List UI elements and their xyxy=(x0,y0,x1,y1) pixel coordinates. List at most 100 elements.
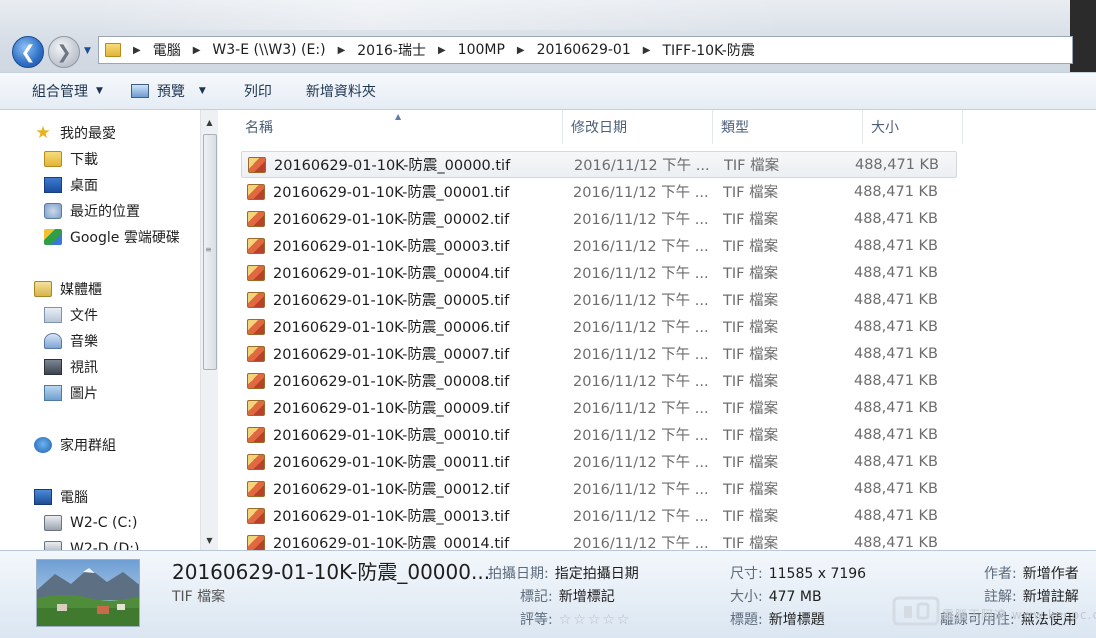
file-name: 20160629-01-10K-防震_00006.tif xyxy=(273,320,510,336)
star-icon: ★ xyxy=(35,123,51,143)
recent-pages-dropdown[interactable]: ▼ xyxy=(84,46,91,56)
nav-documents[interactable]: 文件 xyxy=(44,304,98,326)
nav-computer[interactable]: 電腦 xyxy=(34,486,88,508)
breadcrumb-folder-current[interactable]: TIFF-10K-防震 xyxy=(662,40,754,60)
nav-pictures[interactable]: 圖片 xyxy=(44,382,98,404)
navigation-scrollbar[interactable]: ▲ ≡ ▼ xyxy=(200,110,218,550)
file-date: 2016/11/12 下午 ... xyxy=(573,401,709,417)
breadcrumb-separator-icon[interactable]: ▶ xyxy=(193,45,201,56)
column-header-date[interactable]: 修改日期 xyxy=(563,110,713,144)
file-type: TIF 檔案 xyxy=(723,185,779,201)
organize-button[interactable]: 組合管理 ▼ xyxy=(0,77,119,105)
tags-value[interactable]: 新增標記 xyxy=(559,589,615,605)
navigation-pane: ★ 我的最愛 下載 桌面 最近的位置 Google 雲端硬碟 媒體櫃 文件 音樂… xyxy=(0,110,200,550)
scroll-down-icon[interactable]: ▼ xyxy=(201,532,218,549)
breadcrumb-computer[interactable]: 電腦 xyxy=(153,40,181,60)
column-header-size[interactable]: 大小 xyxy=(863,110,963,144)
breadcrumb-drive[interactable]: W3-E (\\W3) (E:) xyxy=(212,42,325,58)
breadcrumb-folder-date[interactable]: 20160629-01 xyxy=(537,42,631,58)
tif-image-icon xyxy=(247,318,265,335)
table-row[interactable]: 20160629-01-10K-防震_00011.tif 2016/11/12 … xyxy=(241,448,957,475)
breadcrumb-folder-100mp[interactable]: 100MP xyxy=(458,42,505,58)
details-size: 大小: 477 MB xyxy=(730,586,822,606)
nav-drive-d-label: W2-D (D:) xyxy=(70,541,140,550)
image-thumbnail[interactable] xyxy=(36,559,140,627)
details-dimensions: 尺寸: 11585 x 7196 xyxy=(730,563,866,583)
preview-button[interactable]: 預覽 ▼ xyxy=(119,77,222,105)
details-rating: 評等: ☆☆☆☆☆ xyxy=(520,609,631,629)
breadcrumb-separator-icon[interactable]: ▶ xyxy=(133,45,141,56)
column-headers: 名稱 ▲ 修改日期 類型 大小 xyxy=(219,110,1096,144)
file-size: 488,471 KB xyxy=(853,426,938,443)
table-row[interactable]: 20160629-01-10K-防震_00002.tif 2016/11/12 … xyxy=(241,205,957,232)
tif-image-icon xyxy=(248,156,266,173)
file-type: TIF 檔案 xyxy=(723,455,779,471)
author-value[interactable]: 新增作者 xyxy=(1023,566,1079,582)
forward-button[interactable]: ❯ xyxy=(48,36,80,68)
column-header-type[interactable]: 類型 xyxy=(713,110,863,144)
new-folder-button[interactable]: 新增資料夾 xyxy=(288,77,392,105)
nav-computer-label: 電腦 xyxy=(60,490,88,506)
video-icon xyxy=(44,359,62,375)
table-row[interactable]: 20160629-01-10K-防震_00014.tif 2016/11/12 … xyxy=(241,529,957,550)
file-date: 2016/11/12 下午 ... xyxy=(573,185,709,201)
table-row[interactable]: 20160629-01-10K-防震_00004.tif 2016/11/12 … xyxy=(241,259,957,286)
hard-drive-icon xyxy=(44,515,62,531)
rating-stars-icon[interactable]: ☆☆☆☆☆ xyxy=(559,612,632,628)
file-size: 488,471 KB xyxy=(853,453,938,470)
table-row[interactable]: 20160629-01-10K-防震_00003.tif 2016/11/12 … xyxy=(241,232,957,259)
nav-libraries-label: 媒體櫃 xyxy=(60,282,102,298)
subject-value[interactable]: 新增標題 xyxy=(769,612,825,628)
date-taken-value[interactable]: 指定拍攝日期 xyxy=(555,566,639,582)
address-bar[interactable]: ▶ 電腦 ▶ W3-E (\\W3) (E:) ▶ 2016-瑞士 ▶ 100M… xyxy=(98,36,1073,64)
scroll-grip-icon: ≡ xyxy=(205,245,212,254)
nav-drive-c[interactable]: W2-C (C:) xyxy=(44,512,137,534)
table-row[interactable]: 20160629-01-10K-防震_00012.tif 2016/11/12 … xyxy=(241,475,957,502)
scroll-up-icon[interactable]: ▲ xyxy=(201,114,218,131)
breadcrumb-separator-icon[interactable]: ▶ xyxy=(517,45,525,56)
nav-drive-d[interactable]: W2-D (D:) xyxy=(44,538,139,550)
computer-icon xyxy=(34,489,52,505)
file-name: 20160629-01-10K-防震_00008.tif xyxy=(273,374,510,390)
nav-libraries[interactable]: 媒體櫃 xyxy=(34,278,102,300)
breadcrumb-separator-icon[interactable]: ▶ xyxy=(438,45,446,56)
table-row[interactable]: 20160629-01-10K-防震_00001.tif 2016/11/12 … xyxy=(241,178,957,205)
nav-downloads[interactable]: 下載 xyxy=(44,148,98,170)
breadcrumb-separator-icon[interactable]: ▶ xyxy=(338,45,346,56)
table-row[interactable]: 20160629-01-10K-防震_00007.tif 2016/11/12 … xyxy=(241,340,957,367)
file-size: 488,471 KB xyxy=(853,480,938,497)
file-size: 488,471 KB xyxy=(853,345,938,362)
table-row[interactable]: 20160629-01-10K-防震_00010.tif 2016/11/12 … xyxy=(241,421,957,448)
file-name: 20160629-01-10K-防震_00000.tif xyxy=(274,158,511,174)
details-subject: 標題: 新增標題 xyxy=(730,609,825,629)
nav-recent[interactable]: 最近的位置 xyxy=(44,200,140,222)
table-row[interactable]: 20160629-01-10K-防震_00008.tif 2016/11/12 … xyxy=(241,367,957,394)
details-tags: 標記: 新增標記 xyxy=(520,586,615,606)
file-name: 20160629-01-10K-防震_00005.tif xyxy=(273,293,510,309)
nav-desktop[interactable]: 桌面 xyxy=(44,174,98,196)
column-header-name[interactable]: 名稱 ▲ xyxy=(219,110,563,144)
nav-google-drive[interactable]: Google 雲端硬碟 xyxy=(44,226,180,248)
tif-image-icon xyxy=(247,399,265,416)
breadcrumb-separator-icon[interactable]: ▶ xyxy=(643,45,651,56)
nav-music-label: 音樂 xyxy=(70,334,98,350)
file-name: 20160629-01-10K-防震_00011.tif xyxy=(273,455,510,471)
table-row[interactable]: 20160629-01-10K-防震_00013.tif 2016/11/12 … xyxy=(241,502,957,529)
table-row[interactable]: 20160629-01-10K-防震_00006.tif 2016/11/12 … xyxy=(241,313,957,340)
file-type: TIF 檔案 xyxy=(723,509,779,525)
nav-favorites[interactable]: ★ 我的最愛 xyxy=(34,122,116,144)
file-type: TIF 檔案 xyxy=(723,293,779,309)
table-row[interactable]: 20160629-01-10K-防震_00005.tif 2016/11/12 … xyxy=(241,286,957,313)
nav-videos[interactable]: 視訊 xyxy=(44,356,98,378)
table-row[interactable]: 20160629-01-10K-防震_00000.tif 2016/11/12 … xyxy=(241,151,957,178)
back-button[interactable]: ❮ xyxy=(12,36,44,68)
nav-homegroup[interactable]: 家用群組 xyxy=(34,434,116,456)
file-size: 488,471 KB xyxy=(853,534,938,551)
nav-music[interactable]: 音樂 xyxy=(44,330,98,352)
table-row[interactable]: 20160629-01-10K-防震_00009.tif 2016/11/12 … xyxy=(241,394,957,421)
comments-value[interactable]: 新增註解 xyxy=(1023,589,1079,605)
details-file-title: 20160629-01-10K-防震_00000... xyxy=(172,560,491,584)
file-name: 20160629-01-10K-防震_00007.tif xyxy=(273,347,510,363)
breadcrumb-folder-2016[interactable]: 2016-瑞士 xyxy=(357,40,426,60)
print-button[interactable]: 列印 xyxy=(222,77,288,105)
